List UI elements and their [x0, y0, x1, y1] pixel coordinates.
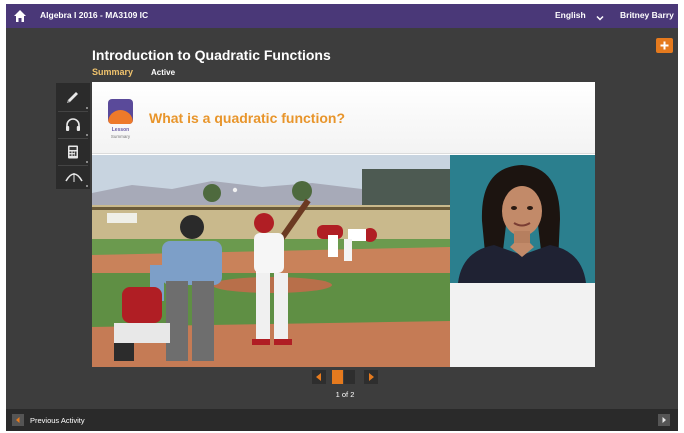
- chevron-left-icon: [316, 373, 321, 381]
- page-count: 1 of 2: [335, 390, 355, 399]
- page-indicator-1[interactable]: [332, 370, 343, 384]
- graph-icon: [65, 173, 83, 182]
- graph-tool[interactable]: [56, 163, 90, 189]
- headphones-icon: [66, 118, 80, 131]
- next-activity-button[interactable]: [658, 414, 670, 426]
- calculator-icon: [68, 145, 78, 159]
- slide-question: What is a quadratic function?: [149, 110, 346, 126]
- bottom-bar: Previous Activity: [6, 409, 678, 431]
- slide-pager: [312, 370, 378, 384]
- chevron-right-icon: [662, 417, 666, 423]
- top-bar: Algebra I 2016 - MA3109 IC English Britn…: [6, 4, 678, 28]
- user-menu[interactable]: Britney Barry: [620, 10, 674, 20]
- add-button[interactable]: [656, 38, 673, 53]
- lesson-slide: Lesson Summary What is a quadratic funct…: [92, 82, 595, 367]
- chevron-down-icon[interactable]: [595, 10, 605, 21]
- baseball-photo: [92, 155, 450, 367]
- home-icon[interactable]: [12, 8, 28, 24]
- tool-palette: [56, 83, 90, 189]
- app-frame: Algebra I 2016 - MA3109 IC English Britn…: [6, 4, 678, 431]
- previous-activity-label[interactable]: Previous Activity: [30, 416, 85, 425]
- pencil-tool[interactable]: [56, 85, 90, 111]
- calculator-tool[interactable]: [56, 139, 90, 165]
- pencil-icon: [67, 92, 78, 103]
- tab-active[interactable]: Active: [151, 68, 175, 77]
- page-title: Introduction to Quadratic Functions: [92, 47, 331, 63]
- presenter-video[interactable]: [450, 155, 595, 367]
- course-title: Algebra I 2016 - MA3109 IC: [40, 10, 149, 20]
- chevron-right-icon: [369, 373, 374, 381]
- slide-header: Lesson Summary What is a quadratic funct…: [92, 82, 595, 154]
- page-indicator-2[interactable]: [344, 370, 355, 384]
- next-slide-button[interactable]: [364, 370, 378, 384]
- summary-label: Summary: [110, 134, 131, 139]
- previous-activity-button[interactable]: [12, 414, 24, 426]
- lesson-summary-icon: [108, 99, 133, 124]
- audio-tool[interactable]: [56, 112, 90, 138]
- prev-slide-button[interactable]: [312, 370, 326, 384]
- language-selector[interactable]: English: [555, 10, 586, 20]
- chevron-left-icon: [16, 417, 20, 423]
- tab-summary[interactable]: Summary: [92, 67, 133, 77]
- lesson-label: Lesson: [111, 127, 130, 133]
